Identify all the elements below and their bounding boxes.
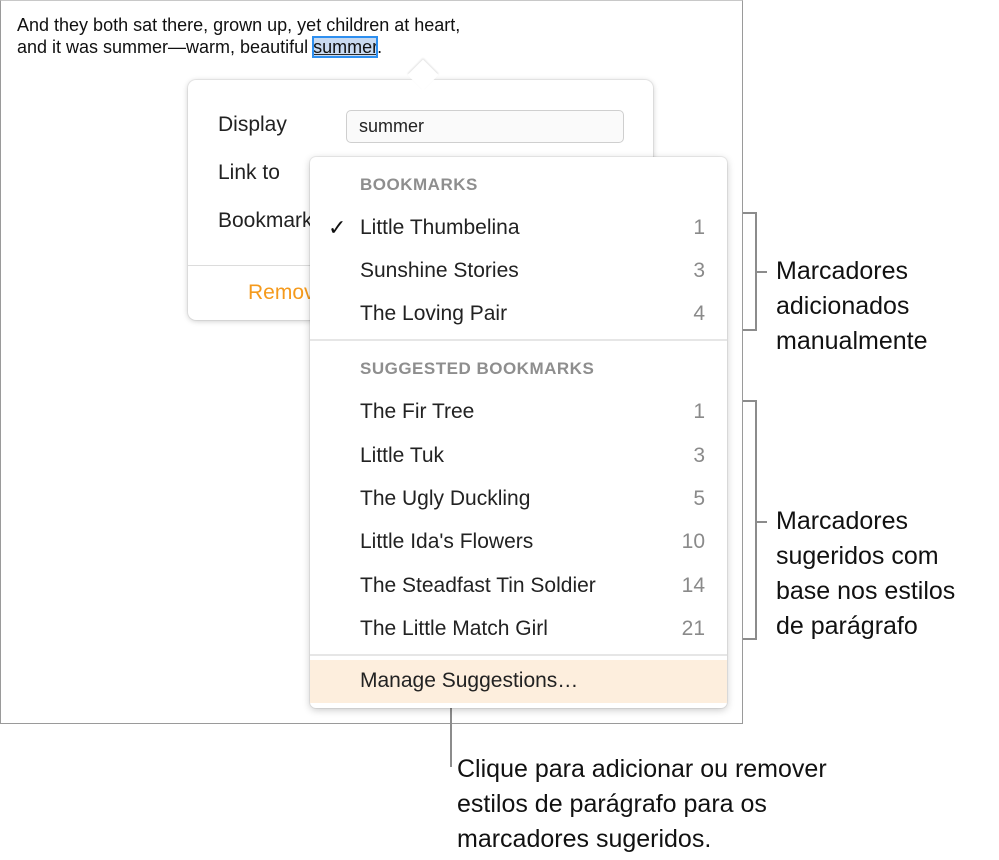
bookmark-item-page: 4 (693, 302, 705, 325)
manual-bookmarks-tick (757, 271, 767, 273)
suggested-bookmarks-bracket (743, 400, 757, 640)
menu-separator (310, 654, 727, 656)
suggested-item-page: 5 (693, 487, 705, 510)
text-after-selection: . (377, 37, 383, 57)
suggested-bookmark-item[interactable]: The Steadfast Tin Soldier 14 (310, 567, 727, 607)
document-text[interactable]: And they both sat there, grown up, yet c… (17, 14, 460, 58)
suggested-item-page: 3 (693, 444, 705, 467)
bookmark-item-page: 1 (693, 216, 705, 239)
bookmark-item[interactable]: The Loving Pair 4 (310, 295, 727, 335)
menu-separator (310, 339, 727, 341)
suggested-item-label: Little Ida's Flowers (360, 530, 534, 553)
suggested-item-page: 10 (681, 530, 705, 553)
bookmark-item-page: 3 (693, 259, 705, 282)
suggested-bookmark-item[interactable]: The Fir Tree 1 (310, 393, 727, 433)
suggested-section-header: SUGGESTED BOOKMARKS (360, 359, 595, 378)
checkmark-icon: ✓ (328, 215, 347, 240)
manual-bookmarks-callout: Marcadores adicionados manualmente (776, 257, 928, 355)
suggested-item-label: The Little Match Girl (360, 617, 548, 640)
suggested-bookmarks-callout: Marcadores sugeridos com base nos estilo… (776, 507, 956, 640)
suggested-bookmark-item[interactable]: The Ugly Duckling 5 (310, 480, 727, 520)
display-field[interactable] (346, 110, 624, 143)
suggested-item-page: 1 (693, 400, 705, 423)
display-label: Display (218, 113, 287, 136)
suggested-bookmark-item[interactable]: The Little Match Girl 21 (310, 610, 727, 650)
text-before-selection: and it was summer—warm, beautiful (17, 37, 314, 57)
suggested-bookmarks-tick (757, 521, 767, 523)
bookmark-dropdown-menu: BOOKMARKS ✓ Little Thumbelina 1 Sunshine… (310, 157, 727, 708)
suggested-bookmark-item[interactable]: Little Tuk 3 (310, 437, 727, 477)
manage-suggestions-label: Manage Suggestions… (360, 669, 579, 692)
link-to-label: Link to (218, 161, 280, 184)
text-line-2: and it was summer—warm, beautiful summer… (17, 36, 460, 58)
bookmark-label: Bookmark (218, 209, 313, 232)
suggested-item-label: The Ugly Duckling (360, 487, 531, 510)
bookmarks-section-header: BOOKMARKS (360, 175, 478, 194)
manage-suggestions-callout: Clique para adicionar ou remover estilos… (457, 755, 827, 853)
suggested-item-page: 14 (681, 574, 705, 597)
bookmark-item[interactable]: ✓ Little Thumbelina 1 (310, 209, 727, 249)
selected-link-text[interactable]: summer (312, 36, 379, 58)
suggested-item-page: 21 (681, 617, 705, 640)
manual-bookmarks-bracket (743, 212, 757, 331)
bookmark-item-label: Little Thumbelina (360, 216, 520, 239)
manage-suggestions-button[interactable]: Manage Suggestions… (310, 660, 727, 703)
bookmark-item-label: The Loving Pair (360, 302, 508, 325)
suggested-bookmark-item[interactable]: Little Ida's Flowers 10 (310, 523, 727, 563)
suggested-item-label: Little Tuk (360, 444, 445, 467)
bookmark-item[interactable]: Sunshine Stories 3 (310, 252, 727, 292)
suggested-item-label: The Fir Tree (360, 400, 475, 423)
bookmark-item-label: Sunshine Stories (360, 259, 519, 282)
manage-callout-leader (450, 704, 452, 767)
text-line-1: And they both sat there, grown up, yet c… (17, 15, 461, 35)
suggested-item-label: The Steadfast Tin Soldier (360, 574, 596, 597)
